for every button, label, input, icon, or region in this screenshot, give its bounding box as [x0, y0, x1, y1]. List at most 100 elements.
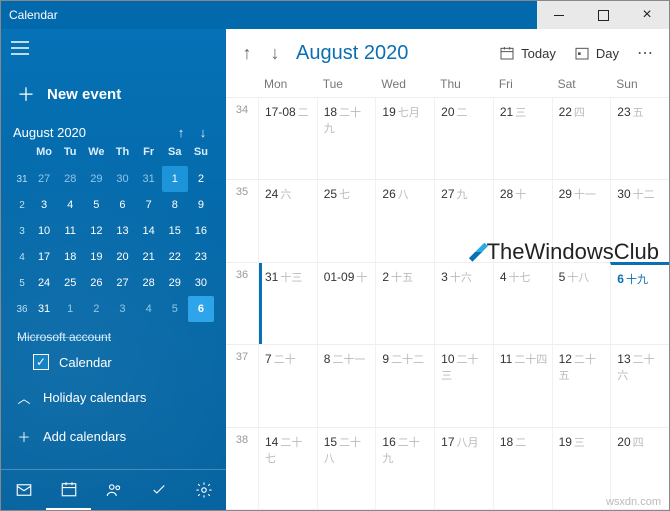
mini-day[interactable]: 22 — [162, 244, 188, 270]
day-cell[interactable]: 3十六 — [434, 263, 493, 344]
mini-day[interactable]: 20 — [109, 244, 135, 270]
main-month-label[interactable]: August 2020 — [290, 42, 414, 65]
day-cell[interactable]: 2十五 — [375, 263, 434, 344]
mini-day[interactable]: 10 — [31, 218, 57, 244]
mini-day[interactable]: 28 — [136, 270, 162, 296]
day-cell[interactable]: 6十九 — [610, 262, 669, 344]
day-cell[interactable]: 29十一 — [552, 180, 611, 261]
mini-day[interactable]: 29 — [162, 270, 188, 296]
day-cell[interactable]: 27九 — [434, 180, 493, 261]
mini-day[interactable]: 6 — [109, 192, 135, 218]
day-cell[interactable]: 21三 — [493, 98, 552, 179]
day-cell[interactable]: 28十 — [493, 180, 552, 261]
mini-day[interactable]: 1 — [57, 296, 83, 322]
mini-day[interactable]: 26 — [83, 270, 109, 296]
day-cell[interactable]: 15二十八 — [317, 428, 376, 509]
day-cell[interactable]: 20二 — [434, 98, 493, 179]
mini-day[interactable]: 28 — [57, 166, 83, 192]
maximize-button[interactable] — [581, 1, 625, 29]
day-cell[interactable]: 12二十五 — [552, 345, 611, 426]
more-button[interactable]: ⋯ — [629, 36, 661, 70]
day-cell[interactable]: 18二 — [493, 428, 552, 509]
day-cell[interactable]: 24六 — [258, 180, 317, 261]
mini-day[interactable]: 5 — [83, 192, 109, 218]
mini-day[interactable]: 27 — [31, 166, 57, 192]
people-tab[interactable] — [91, 470, 136, 510]
mail-tab[interactable] — [1, 470, 46, 510]
day-view-button[interactable]: Day — [566, 36, 627, 70]
mini-day[interactable]: 2 — [188, 166, 214, 192]
todo-tab[interactable] — [136, 470, 181, 510]
mini-day[interactable]: 4 — [57, 192, 83, 218]
holiday-calendars-row[interactable]: ︿ Holiday calendars — [1, 378, 226, 417]
day-cell[interactable]: 30十二 — [610, 180, 669, 261]
mini-day[interactable]: 14 — [136, 218, 162, 244]
mini-day[interactable]: 2 — [83, 296, 109, 322]
day-cell[interactable]: 13二十六 — [610, 345, 669, 426]
day-cell[interactable]: 8二十一 — [317, 345, 376, 426]
mini-day[interactable]: 30 — [188, 270, 214, 296]
mini-day[interactable]: 8 — [162, 192, 188, 218]
day-cell[interactable]: 4十七 — [493, 263, 552, 344]
day-cell[interactable]: 01-09十 — [317, 263, 376, 344]
mini-day[interactable]: 21 — [136, 244, 162, 270]
mini-day[interactable]: 1 — [162, 166, 188, 192]
mini-day[interactable]: 29 — [83, 166, 109, 192]
mini-day[interactable]: 17 — [31, 244, 57, 270]
day-cell[interactable]: 23五 — [610, 98, 669, 179]
day-cell[interactable]: 17八月 — [434, 428, 493, 509]
mini-day[interactable]: 30 — [109, 166, 135, 192]
today-label: Today — [521, 46, 556, 61]
day-cell[interactable]: 16二十九 — [375, 428, 434, 509]
day-cell[interactable]: 25七 — [317, 180, 376, 261]
day-cell[interactable]: 9二十二 — [375, 345, 434, 426]
day-cell[interactable]: 26八 — [375, 180, 434, 261]
mini-day[interactable]: 12 — [83, 218, 109, 244]
mini-day[interactable]: 13 — [109, 218, 135, 244]
mini-day[interactable]: 19 — [83, 244, 109, 270]
day-cell[interactable]: 5十八 — [552, 263, 611, 344]
calendar-checkbox-row[interactable]: Calendar — [1, 346, 226, 378]
prev-range-button[interactable]: ↑ — [234, 36, 260, 70]
mini-day[interactable]: 5 — [162, 296, 188, 322]
mini-day[interactable]: 7 — [136, 192, 162, 218]
mini-next-button[interactable]: ↓ — [192, 125, 214, 140]
mini-day[interactable]: 25 — [57, 270, 83, 296]
mini-day[interactable]: 27 — [109, 270, 135, 296]
day-cell[interactable]: 11二十四 — [493, 345, 552, 426]
mini-day[interactable]: 11 — [57, 218, 83, 244]
mini-day[interactable]: 4 — [136, 296, 162, 322]
add-calendars-row[interactable]: ＋ Add calendars — [1, 417, 226, 456]
day-cell[interactable]: 10二十三 — [434, 345, 493, 426]
calendar-tab[interactable] — [46, 470, 91, 510]
hamburger-button[interactable] — [1, 29, 39, 67]
next-range-button[interactable]: ↓ — [262, 36, 288, 70]
mini-day[interactable]: 31 — [31, 296, 57, 322]
mini-month-label[interactable]: August 2020 — [13, 125, 170, 140]
mini-day[interactable]: 3 — [109, 296, 135, 322]
mini-day[interactable]: 16 — [188, 218, 214, 244]
day-cell[interactable]: 31十三 — [258, 263, 317, 344]
minimize-button[interactable] — [537, 1, 581, 29]
day-cell[interactable]: 14二十七 — [258, 428, 317, 509]
new-event-button[interactable]: ＋ New event — [1, 67, 226, 121]
mini-day[interactable]: 15 — [162, 218, 188, 244]
mini-day[interactable]: 18 — [57, 244, 83, 270]
weekday-label: Thu — [434, 77, 493, 91]
mini-day[interactable]: 3 — [31, 192, 57, 218]
day-cell[interactable]: 19七月 — [375, 98, 434, 179]
mini-day[interactable]: 9 — [188, 192, 214, 218]
mini-day[interactable]: 24 — [31, 270, 57, 296]
close-button[interactable]: × — [625, 1, 669, 29]
mini-day[interactable]: 31 — [136, 166, 162, 192]
mini-day[interactable]: 23 — [188, 244, 214, 270]
day-cell[interactable]: 17-08二 — [258, 98, 317, 179]
day-cell[interactable]: 18二十九 — [317, 98, 376, 179]
mini-day[interactable]: 6 — [188, 296, 214, 322]
settings-tab[interactable] — [181, 470, 226, 510]
today-button[interactable]: Today — [491, 36, 564, 70]
day-cell[interactable]: 22四 — [552, 98, 611, 179]
day-cell[interactable]: 19三 — [552, 428, 611, 509]
mini-prev-button[interactable]: ↑ — [170, 125, 192, 140]
day-cell[interactable]: 7二十 — [258, 345, 317, 426]
